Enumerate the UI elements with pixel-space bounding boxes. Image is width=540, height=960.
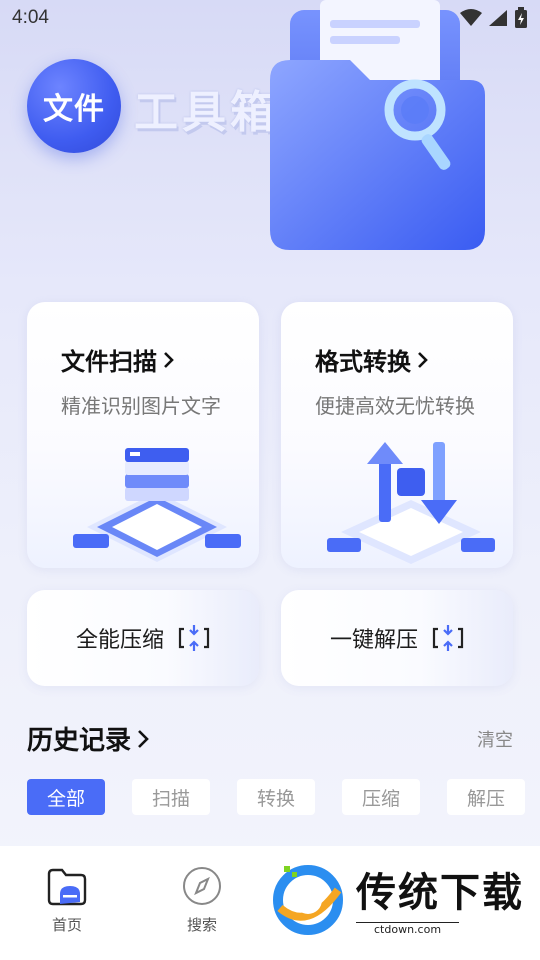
- logo-badge: 文件: [27, 59, 121, 153]
- history-title[interactable]: 历史记录: [27, 720, 149, 757]
- battery-icon: [515, 7, 527, 28]
- history-title-text: 历史记录: [27, 726, 132, 756]
- watermark-url: ctdown.com: [356, 922, 460, 936]
- tab-decompress[interactable]: 解压: [447, 779, 525, 815]
- decompress-card[interactable]: 一键解压: [281, 590, 513, 686]
- watermark-name: 传统下载: [356, 870, 524, 916]
- compress-label: 全能压缩: [75, 628, 164, 653]
- convert-arrows-illustration: [327, 442, 495, 564]
- status-time: 4:04: [12, 7, 49, 28]
- clear-history-button[interactable]: 清空: [477, 726, 513, 752]
- chevron-right-icon: [418, 351, 428, 368]
- compress-card[interactable]: 全能压缩: [27, 590, 259, 686]
- format-convert-subtitle: 便捷高效无忧转换: [315, 394, 475, 418]
- compress-icon: [178, 625, 210, 651]
- nav-search[interactable]: 搜索: [162, 866, 242, 935]
- folder-search-illustration: [270, 0, 485, 250]
- tab-all[interactable]: 全部: [27, 779, 105, 815]
- nav-home-label: 首页: [51, 916, 82, 934]
- chevron-right-icon: [138, 729, 149, 748]
- format-convert-title: 格式转换: [315, 342, 429, 377]
- watermark-text: 传统下载 ctdown.com: [356, 860, 524, 936]
- file-scan-title: 文件扫描: [61, 342, 175, 377]
- folder-home-icon: [47, 868, 87, 906]
- file-scan-subtitle: 精准识别图片文字: [61, 394, 221, 418]
- tab-scan[interactable]: 扫描: [132, 779, 210, 815]
- tab-convert[interactable]: 转换: [237, 779, 315, 815]
- site-watermark: 传统下载 ctdown.com: [260, 846, 540, 950]
- decompress-label: 一键解压: [329, 628, 418, 653]
- nav-search-label: 搜索: [186, 916, 217, 934]
- file-scan-title-text: 文件扫描: [61, 348, 157, 376]
- chevron-right-icon: [164, 351, 174, 368]
- watermark-logo-icon: [273, 865, 343, 935]
- decompress-icon: [432, 625, 464, 651]
- scan-server-illustration: [73, 448, 241, 562]
- compass-icon: [183, 867, 221, 905]
- format-convert-title-text: 格式转换: [315, 348, 411, 376]
- history-filter-tabs: 全部 扫描 转换 压缩 解压: [27, 779, 525, 815]
- nav-home[interactable]: 首页: [27, 866, 107, 935]
- hero-banner: 文件 工具箱: [0, 0, 540, 286]
- format-convert-card[interactable]: 格式转换 便捷高效无忧转换: [281, 302, 513, 568]
- file-scan-card[interactable]: 文件扫描 精准识别图片文字: [27, 302, 259, 568]
- tab-compress[interactable]: 压缩: [342, 779, 420, 815]
